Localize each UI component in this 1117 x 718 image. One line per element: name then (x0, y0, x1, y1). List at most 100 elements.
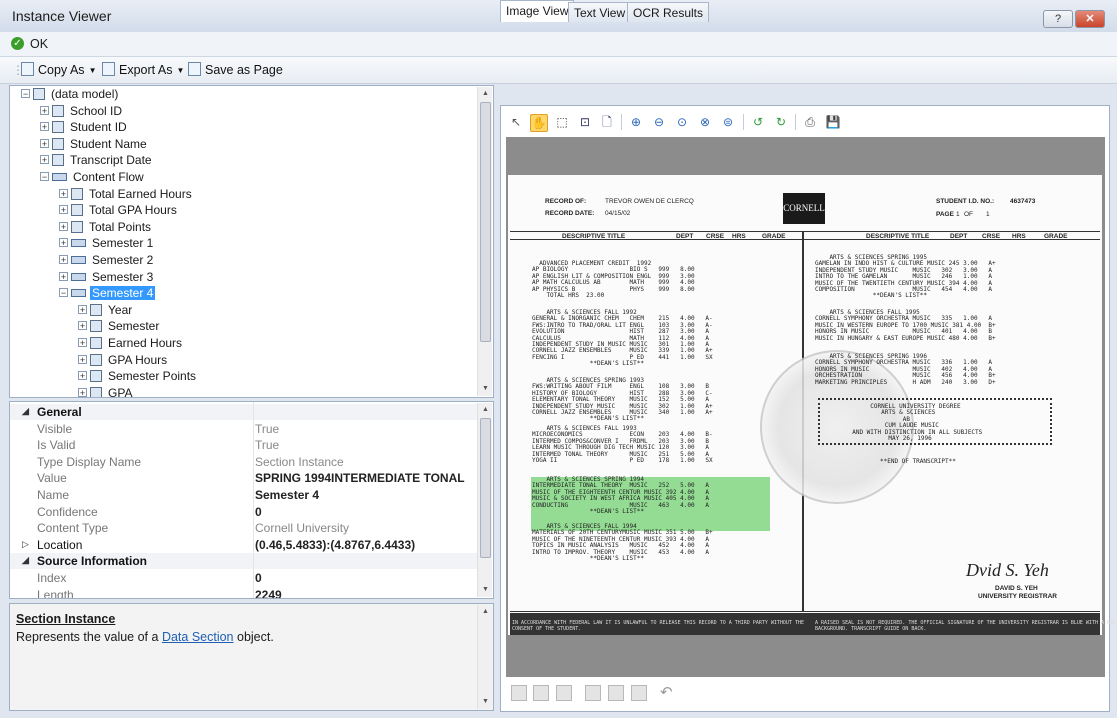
property-row[interactable]: Confidence 0 (10, 504, 478, 520)
tree-item[interactable]: + Semester 3 (59, 270, 155, 286)
tree-item[interactable]: + Earned Hours (78, 336, 184, 352)
collapse-icon[interactable]: ◢ (22, 406, 29, 417)
layout-icon[interactable] (585, 685, 601, 701)
expand-icon[interactable]: + (78, 387, 87, 397)
help-scrollbar[interactable]: ▲ ▼ (477, 605, 492, 709)
fit-page-icon[interactable]: 🗋 (599, 114, 615, 130)
property-value[interactable]: 0 (255, 571, 262, 585)
copy-as-button[interactable]: Copy As ▼ (21, 62, 96, 77)
tree-item[interactable]: + Total GPA Hours (59, 203, 179, 219)
pointer-icon[interactable]: ↖ (508, 114, 524, 130)
expand-icon[interactable]: + (59, 271, 68, 281)
save-as-page-button[interactable]: Save as Page (188, 62, 283, 77)
tree-item[interactable]: − Content Flow (40, 170, 146, 186)
tree-item[interactable]: + School ID (40, 104, 124, 120)
properties-scrollbar[interactable]: ▲ ▼ (477, 403, 492, 597)
expand-icon[interactable]: + (78, 321, 87, 331)
expand-icon[interactable]: + (40, 105, 49, 115)
tree-item[interactable]: + Total Points (59, 220, 153, 236)
property-value[interactable]: True (255, 438, 279, 452)
property-value[interactable]: Cornell University (255, 521, 349, 535)
tree-item[interactable]: − (data model) (21, 87, 120, 103)
tree-scrollbar[interactable]: ▲ ▼ (477, 87, 492, 396)
edit-annotation-icon[interactable] (533, 685, 549, 701)
expand-icon[interactable]: ▷ (22, 539, 29, 550)
property-value[interactable]: True (255, 422, 279, 436)
zoom-in-icon[interactable]: ⊕ (628, 114, 644, 130)
stamp-icon[interactable] (556, 685, 572, 701)
tab-text-view[interactable]: Text View (568, 2, 632, 22)
tree-item[interactable]: + GPA (78, 386, 134, 397)
property-value[interactable]: 2249 (255, 588, 282, 598)
scroll-down-icon[interactable]: ▼ (478, 382, 493, 396)
expand-icon[interactable]: + (78, 304, 87, 314)
property-row[interactable]: Content Type Cornell University (10, 520, 478, 536)
data-model-tree[interactable]: − (data model) + School ID + Student ID + Stude… (9, 85, 494, 398)
property-row[interactable]: Visible True (10, 421, 478, 437)
property-row[interactable]: Type Display Name Section Instance (10, 454, 478, 470)
chevron-down-icon[interactable]: ▼ (89, 66, 97, 75)
expand-icon[interactable]: + (78, 354, 87, 364)
property-category[interactable]: ◢ General (10, 404, 478, 420)
export-as-button[interactable]: Export As ▼ (102, 62, 184, 77)
property-value[interactable]: SPRING 1994INTERMEDIATE TONAL (255, 471, 465, 485)
scroll-up-icon[interactable]: ▲ (478, 403, 493, 417)
property-value[interactable]: Semester 4 (255, 488, 319, 502)
property-row[interactable]: Is Valid True (10, 437, 478, 453)
property-row[interactable]: Index 0 (10, 570, 478, 586)
rotate-right-icon[interactable]: ↻ (773, 114, 789, 130)
tree-item[interactable]: + Student Name (40, 137, 149, 153)
undo-icon[interactable]: ↶ (660, 683, 673, 701)
expand-icon[interactable]: + (78, 338, 87, 348)
expand-icon[interactable]: + (59, 255, 68, 265)
tree-item[interactable]: − Semester 4 (59, 286, 156, 302)
property-value[interactable]: (0.46,5.4833):(4.8767,6.4433) (255, 538, 415, 552)
tree-item[interactable]: + Semester (78, 319, 161, 335)
collapse-icon[interactable]: − (40, 172, 49, 182)
deskew-icon[interactable] (631, 685, 647, 701)
collapse-icon[interactable]: − (21, 89, 30, 99)
property-value[interactable]: Section Instance (255, 455, 344, 469)
crop-icon[interactable] (608, 685, 624, 701)
tree-scroll-thumb[interactable] (480, 102, 491, 342)
tree-item[interactable]: + Semester 1 (59, 236, 155, 252)
print-icon[interactable]: ⎙ (802, 114, 818, 130)
tab-ocr-results[interactable]: OCR Results (627, 2, 710, 22)
scroll-down-icon[interactable]: ▼ (478, 695, 493, 709)
actual-size-icon[interactable]: ⊙ (674, 114, 690, 130)
fit-width-icon[interactable]: ⊗ (697, 114, 713, 130)
property-row[interactable]: Length 2249 (10, 587, 478, 598)
annotate-icon[interactable] (511, 685, 527, 701)
save-icon[interactable]: 💾 (825, 114, 841, 130)
help-button[interactable]: ? (1043, 10, 1073, 28)
tree-item[interactable]: + Semester Points (78, 369, 198, 385)
scroll-up-icon[interactable]: ▲ (478, 605, 493, 619)
expand-icon[interactable]: + (78, 371, 87, 381)
tree-item[interactable]: + Student ID (40, 120, 129, 136)
expand-icon[interactable]: + (40, 138, 49, 148)
property-row[interactable]: Name Semester 4 (10, 487, 478, 503)
properties-scroll-thumb[interactable] (480, 418, 491, 558)
tab-image-view[interactable]: Image View (500, 0, 575, 22)
close-button[interactable]: ✕ (1075, 10, 1105, 28)
expand-icon[interactable]: + (59, 205, 68, 215)
collapse-icon[interactable]: − (59, 288, 68, 298)
property-row[interactable]: Value SPRING 1994INTERMEDIATE TONAL (10, 470, 478, 486)
rotate-left-icon[interactable]: ↺ (750, 114, 766, 130)
scroll-up-icon[interactable]: ▲ (478, 87, 493, 101)
property-column-divider[interactable] (253, 402, 254, 598)
check-icon[interactable]: ✓ (11, 37, 24, 50)
chevron-down-icon[interactable]: ▼ (177, 66, 185, 75)
expand-icon[interactable]: + (59, 221, 68, 231)
zoom-out-icon[interactable]: ⊖ (651, 114, 667, 130)
ok-button[interactable]: OK (30, 37, 48, 51)
property-row[interactable]: ▷ Location (0.46,5.4833):(4.8767,6.4433) (10, 537, 478, 553)
select-region-icon[interactable]: ⬚ (554, 114, 570, 130)
expand-icon[interactable]: + (59, 238, 68, 248)
tree-item[interactable]: + Year (78, 303, 134, 319)
tree-item[interactable]: + Transcript Date (40, 153, 154, 169)
expand-icon[interactable]: + (59, 188, 68, 198)
pan-hand-icon[interactable]: ✋ (530, 114, 548, 132)
expand-icon[interactable]: + (40, 122, 49, 132)
property-category[interactable]: ◢ Source Information (10, 553, 478, 570)
